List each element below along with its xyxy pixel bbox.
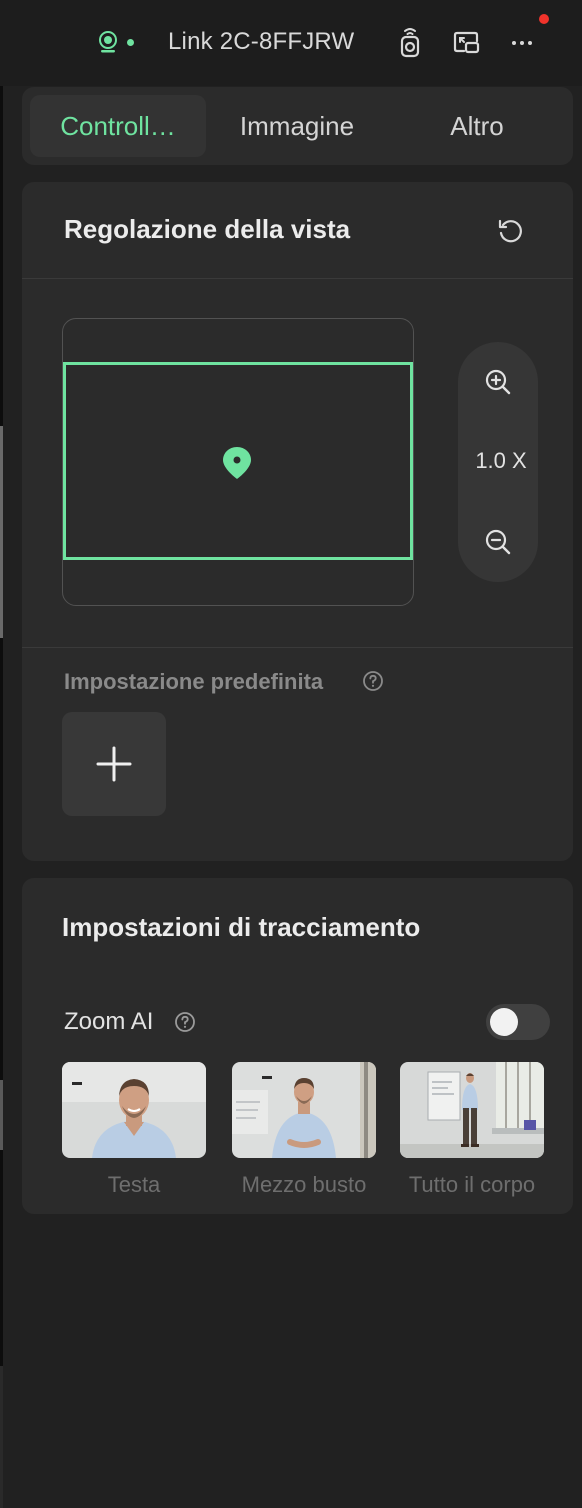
tracking-mode-half-body-label: Mezzo busto — [241, 1172, 367, 1197]
toggle-knob — [490, 1008, 518, 1036]
tracking-mode-half-body-thumbnail[interactable] — [232, 1062, 376, 1158]
add-preset-button[interactable] — [62, 712, 166, 816]
remote-control-icon[interactable] — [398, 26, 422, 58]
zoom-level-value: 1.0 X — [475, 448, 527, 473]
zoom-control: 1.0 X — [458, 342, 538, 582]
help-icon[interactable] — [362, 670, 384, 692]
camera-control-panel: Link 2C-8FFJRW Controll… Immagine Altro … — [0, 0, 582, 1508]
window-edge — [0, 1366, 3, 1508]
notification-badge — [539, 14, 549, 24]
connection-status-dot — [127, 39, 134, 46]
help-icon[interactable] — [174, 1011, 196, 1033]
picture-in-picture-icon[interactable] — [452, 30, 480, 54]
device-name[interactable]: Link 2C-8FFJRW — [168, 28, 354, 56]
reset-icon[interactable] — [496, 217, 524, 245]
zoom-ai-toggle[interactable] — [486, 1004, 550, 1040]
tracking-title: Impostazioni di tracciamento — [62, 912, 421, 942]
tab-immagine[interactable]: Immagine — [208, 95, 386, 157]
zoom-out-icon[interactable] — [484, 528, 512, 556]
divider — [22, 278, 573, 279]
window-edge-highlight — [0, 426, 3, 638]
preset-label: Impostazione predefinita — [64, 669, 324, 694]
view-adjust-card: Regolazione della vista 1.0 X Impostazio… — [22, 182, 573, 861]
tab-altro[interactable]: Altro — [388, 95, 566, 157]
tracking-settings-card: Impostazioni di tracciamento Zoom AI Tes… — [22, 878, 573, 1214]
view-adjust-title: Regolazione della vista — [64, 214, 351, 244]
more-icon[interactable] — [510, 36, 534, 48]
tracking-mode-full-body-thumbnail[interactable] — [400, 1062, 544, 1158]
location-pin-icon[interactable] — [221, 445, 253, 481]
tracking-mode-head-label: Testa — [107, 1172, 161, 1197]
tab-controlli[interactable]: Controll… — [30, 95, 206, 157]
zoom-ai-label: Zoom AI — [64, 1008, 154, 1035]
window-edge-highlight — [0, 1080, 3, 1150]
zoom-in-icon[interactable] — [484, 368, 512, 396]
window-edge — [0, 86, 3, 1366]
tracking-mode-head-thumbnail[interactable] — [62, 1062, 206, 1158]
top-bar: Link 2C-8FFJRW — [0, 0, 582, 86]
plus-icon — [96, 746, 132, 782]
tracking-mode-full-body-label: Tutto il corpo — [408, 1172, 536, 1197]
webcam-status-icon[interactable] — [96, 30, 120, 54]
divider — [22, 647, 573, 648]
tab-bar: Controll… Immagine Altro — [22, 87, 573, 165]
